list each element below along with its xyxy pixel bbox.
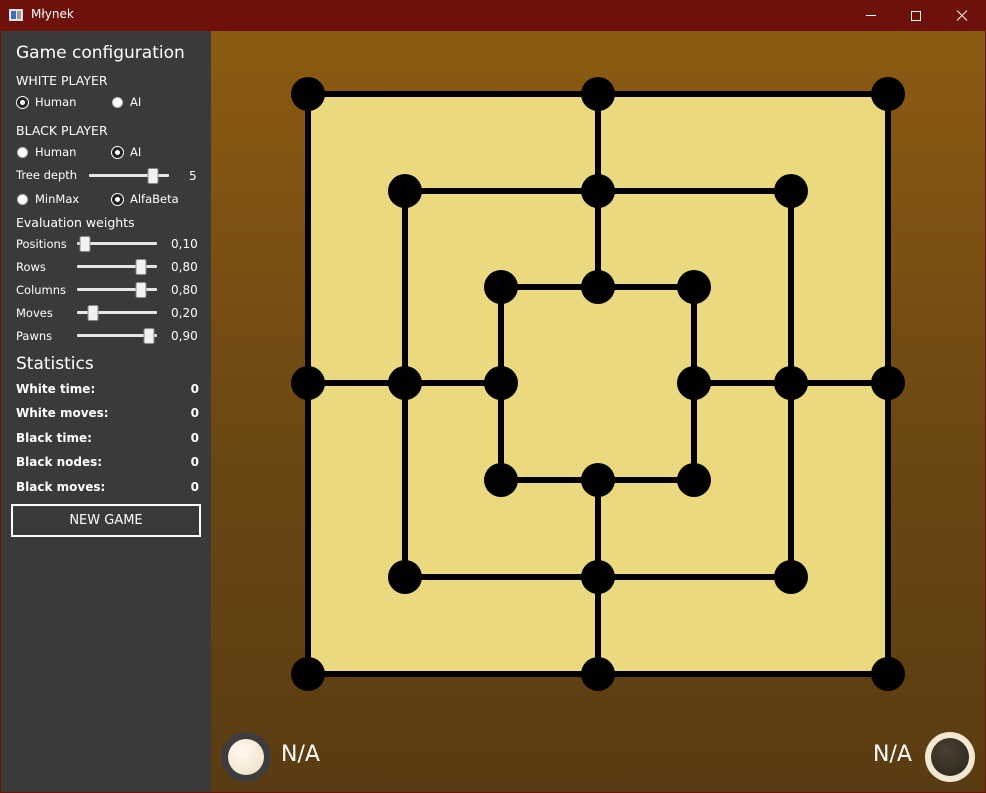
title-bar: Młynek — [0, 0, 986, 31]
board-point[interactable] — [388, 366, 422, 400]
weight-value-pawns: 0,90 — [171, 329, 198, 343]
alfabeta-radio[interactable] — [112, 194, 123, 205]
board-point[interactable] — [677, 366, 711, 400]
black-player-indicator — [925, 732, 975, 782]
board-point[interactable] — [581, 463, 615, 497]
minimize-button[interactable] — [848, 0, 894, 31]
board-point[interactable] — [484, 366, 518, 400]
new-game-button[interactable]: NEW GAME — [11, 504, 201, 537]
board-point[interactable] — [677, 270, 711, 304]
board-point[interactable] — [774, 366, 808, 400]
slider-thumb[interactable] — [147, 168, 159, 184]
board-point[interactable] — [774, 560, 808, 594]
black-ai-radio[interactable] — [112, 147, 123, 158]
white-player-indicator — [221, 732, 271, 782]
black-player-status: N/A — [873, 742, 912, 767]
board-point[interactable] — [871, 77, 905, 111]
black-player-label: BLACK PLAYER — [16, 123, 108, 138]
board-point[interactable] — [388, 174, 422, 208]
minimize-icon — [866, 15, 876, 16]
board-point[interactable] — [484, 270, 518, 304]
weight-value-moves: 0,20 — [171, 306, 198, 320]
board-point[interactable] — [484, 463, 518, 497]
board-point[interactable] — [291, 77, 325, 111]
board-point[interactable] — [871, 366, 905, 400]
board-point[interactable] — [581, 174, 615, 208]
slider-thumb[interactable] — [79, 236, 91, 252]
white-player-label: WHITE PLAYER — [16, 73, 108, 88]
weight-label-rows: Rows — [16, 260, 46, 274]
weights-heading: Evaluation weights — [16, 215, 135, 230]
close-icon — [956, 10, 968, 22]
moves-slider[interactable] — [77, 305, 157, 321]
positions-slider[interactable] — [77, 236, 157, 252]
board-point[interactable] — [677, 463, 711, 497]
game-board — [291, 77, 905, 691]
board-point[interactable] — [291, 657, 325, 691]
weight-value-rows: 0,80 — [171, 260, 198, 274]
statistics-heading: Statistics — [16, 354, 94, 374]
maximize-button[interactable] — [893, 0, 939, 31]
weight-value-positions: 0,10 — [171, 237, 198, 251]
minmax-radio[interactable] — [17, 194, 28, 205]
tree-depth-value: 5 — [189, 169, 197, 183]
white-player-status: N/A — [281, 742, 320, 767]
weight-value-columns: 0,80 — [171, 283, 198, 297]
black-human-radio[interactable] — [17, 147, 28, 158]
minmax-label[interactable]: MinMax — [35, 192, 79, 206]
stat-label-black-moves: Black moves: — [16, 480, 106, 494]
slider-thumb[interactable] — [87, 305, 99, 321]
board-area: N/A N/A — [211, 31, 985, 792]
stat-label-white-time: White time: — [16, 382, 96, 396]
config-heading: Game configuration — [16, 43, 185, 63]
rows-slider[interactable] — [77, 259, 157, 275]
board-point[interactable] — [388, 560, 422, 594]
white-ai-label[interactable]: AI — [130, 95, 141, 109]
board-point[interactable] — [871, 657, 905, 691]
white-human-radio[interactable] — [17, 97, 28, 108]
tree-depth-label: Tree depth — [16, 168, 78, 182]
app-icon — [9, 9, 23, 21]
board-point[interactable] — [581, 77, 615, 111]
white-ai-radio[interactable] — [112, 97, 123, 108]
stat-value-black-time: 0 — [190, 431, 199, 445]
stat-label-black-nodes: Black nodes: — [16, 455, 103, 469]
weight-label-positions: Positions — [16, 237, 67, 251]
black-human-label[interactable]: Human — [35, 145, 76, 159]
weight-label-columns: Columns — [16, 283, 67, 297]
board-point[interactable] — [291, 366, 325, 400]
weight-label-moves: Moves — [16, 306, 53, 320]
stat-value-black-nodes: 0 — [190, 455, 199, 469]
tree-depth-slider[interactable] — [89, 168, 169, 184]
board-point[interactable] — [581, 560, 615, 594]
stat-value-black-moves: 0 — [190, 480, 199, 494]
sidebar: Game configuration WHITE PLAYER Human AI… — [1, 31, 211, 792]
slider-thumb[interactable] — [135, 282, 147, 298]
white-human-label[interactable]: Human — [35, 95, 76, 109]
stat-label-white-moves: White moves: — [16, 406, 109, 420]
stat-label-black-time: Black time: — [16, 431, 92, 445]
pawns-slider[interactable] — [77, 328, 157, 344]
maximize-icon — [911, 10, 921, 21]
weight-label-pawns: Pawns — [16, 329, 53, 343]
board-point[interactable] — [581, 657, 615, 691]
black-ai-label[interactable]: AI — [130, 145, 141, 159]
board-point[interactable] — [581, 270, 615, 304]
board-point[interactable] — [774, 174, 808, 208]
columns-slider[interactable] — [77, 282, 157, 298]
stat-value-white-moves: 0 — [190, 406, 199, 420]
slider-thumb[interactable] — [135, 259, 147, 275]
slider-thumb[interactable] — [143, 328, 155, 344]
alfabeta-label[interactable]: AlfaBeta — [130, 192, 179, 206]
window-title: Młynek — [31, 7, 74, 21]
close-button[interactable] — [939, 0, 985, 31]
stat-value-white-time: 0 — [190, 382, 199, 396]
